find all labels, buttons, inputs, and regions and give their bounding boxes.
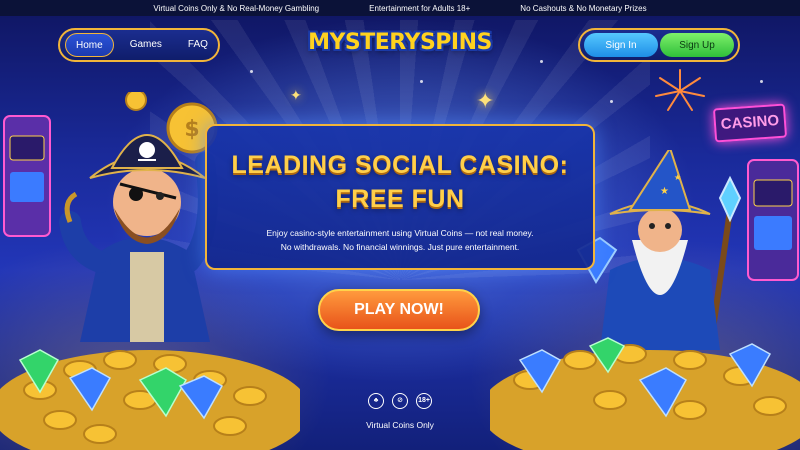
auth-buttons: Sign In Sign Up <box>578 28 740 62</box>
hero-title: LEADING SOCIAL CASINO: FREE FUN <box>207 148 593 216</box>
sign-in-button[interactable]: Sign In <box>584 33 658 57</box>
svg-text:★: ★ <box>660 186 669 197</box>
play-now-button[interactable]: PLAY NOW! <box>318 289 480 331</box>
slot-machine-decoration <box>747 159 799 281</box>
svg-text:$: $ <box>184 117 199 142</box>
star-decoration <box>760 80 763 83</box>
hero-panel: LEADING SOCIAL CASINO: FREE FUN Enjoy ca… <box>205 124 595 270</box>
casino-neon-sign: CASINO <box>712 103 788 143</box>
sign-up-button[interactable]: Sign Up <box>660 33 734 57</box>
sparkle-icon: ✦ <box>290 87 302 103</box>
nav-faq[interactable]: FAQ <box>178 33 218 57</box>
coin-pile-left <box>0 349 300 450</box>
age-18-badge: 18+ <box>416 393 432 409</box>
hero-title-line2: FREE FUN <box>335 185 465 213</box>
hero-description: Enjoy casino-style entertainment using V… <box>207 226 593 254</box>
svg-text:★: ★ <box>674 173 681 182</box>
main-nav: Home Games FAQ <box>58 28 220 62</box>
star-decoration <box>250 70 253 73</box>
firework-decoration <box>655 69 705 111</box>
hero-title-line1: LEADING SOCIAL CASINO: <box>231 151 569 179</box>
star-decoration <box>540 60 543 63</box>
hero-desc-line2: No withdrawals. No financial winnings. J… <box>280 242 520 252</box>
nav-games[interactable]: Games <box>120 33 172 57</box>
star-decoration <box>420 80 423 83</box>
coin-pile-right <box>490 337 800 450</box>
disclaimer-bar: Virtual Coins Only & No Real-Money Gambl… <box>0 0 800 16</box>
virtual-coins-note: Virtual Coins Only <box>366 420 434 430</box>
disclaimer-no-cashouts: No Cashouts & No Monetary Prizes <box>520 3 647 13</box>
disclaimer-adults: Entertainment for Adults 18+ <box>369 3 471 13</box>
hero-desc-line1: Enjoy casino-style entertainment using V… <box>266 228 534 238</box>
sparkle-icon: ✦ <box>476 88 495 113</box>
no-cash-icon: ⊘ <box>392 393 408 409</box>
disclaimer-virtual-coins: Virtual Coins Only & No Real-Money Gambl… <box>153 3 320 13</box>
star-decoration <box>610 100 613 103</box>
site-logo[interactable]: MYSTERYSPINS <box>300 30 500 55</box>
nav-home[interactable]: Home <box>65 33 114 57</box>
responsible-gaming-icon: ♣ <box>368 393 384 409</box>
compliance-badges: ♣ ⊘ 18+ <box>360 393 440 409</box>
